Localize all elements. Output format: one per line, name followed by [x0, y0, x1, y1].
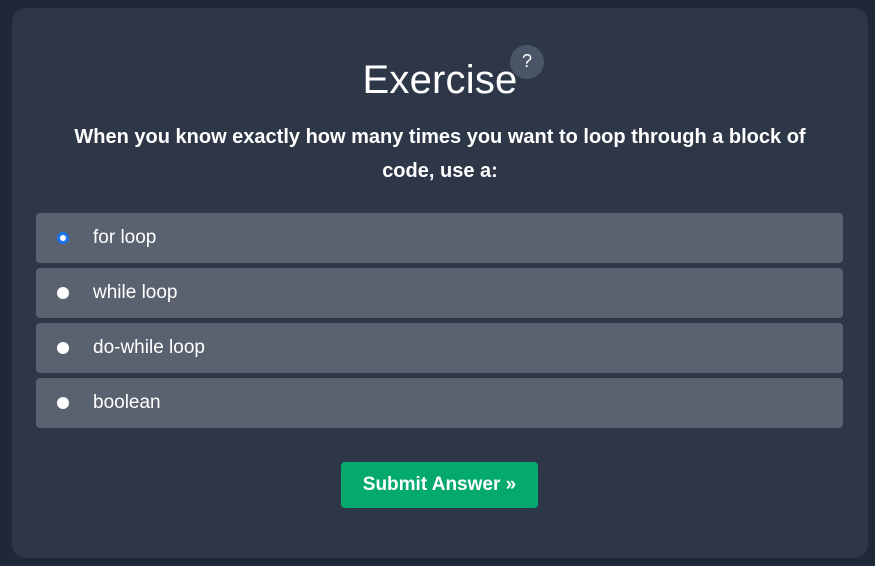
option-boolean[interactable]: boolean: [36, 378, 843, 428]
option-label: for loop: [93, 227, 157, 248]
option-do-while-loop[interactable]: do-while loop: [36, 323, 843, 373]
option-label: while loop: [93, 282, 178, 303]
exercise-title: Exercise: [362, 58, 518, 102]
answer-options: for loop while loop do-while loop boolea…: [36, 213, 843, 433]
submit-answer-button[interactable]: Submit Answer »: [341, 462, 538, 508]
question-text: When you know exactly how many times you…: [74, 126, 806, 182]
radio-button[interactable]: [57, 397, 69, 409]
title-row: Exercise: [12, 60, 868, 100]
option-label: boolean: [93, 392, 161, 413]
radio-button[interactable]: [57, 287, 69, 299]
exercise-card: Exercise ? When you know exactly how man…: [12, 8, 868, 558]
option-while-loop[interactable]: while loop: [36, 268, 843, 318]
radio-button[interactable]: [57, 342, 69, 354]
option-label: do-while loop: [93, 337, 205, 358]
help-icon[interactable]: ?: [510, 45, 544, 79]
radio-button-selected[interactable]: [57, 232, 69, 244]
option-for-loop[interactable]: for loop: [36, 213, 843, 263]
